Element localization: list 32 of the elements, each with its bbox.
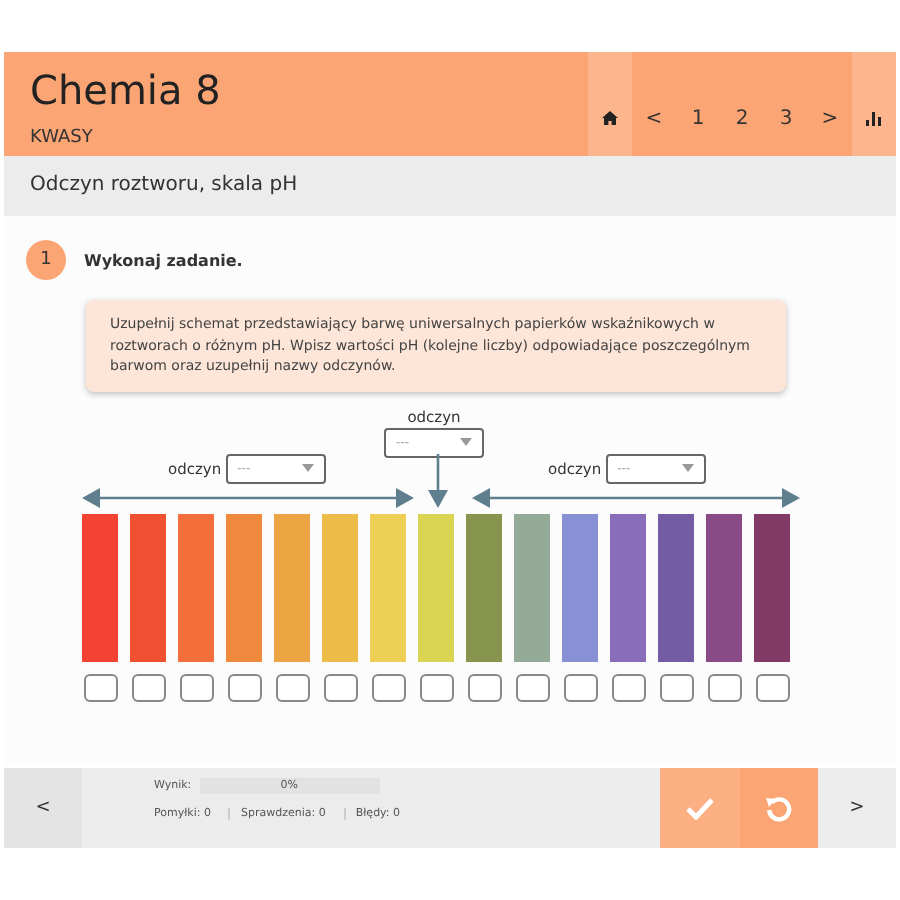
chapter-label: KWASY (30, 128, 95, 148)
ph-input[interactable] (275, 673, 309, 701)
caret-icon (301, 464, 314, 472)
home-button[interactable] (588, 52, 632, 156)
ph-input[interactable] (83, 673, 117, 701)
ph-input[interactable] (419, 673, 453, 701)
ph-input[interactable] (659, 673, 693, 701)
ph-input[interactable] (227, 673, 261, 701)
check-button[interactable] (660, 768, 740, 848)
ph-input[interactable] (563, 673, 597, 701)
task-title: Wykonaj zadanie. (84, 251, 243, 269)
previous-button[interactable]: < (4, 768, 82, 848)
section-title: Odczyn roztworu, skala pH (30, 174, 298, 196)
down-arrow (428, 453, 448, 507)
course-title: Chemia 8 (30, 64, 223, 116)
task-number: 1 (26, 240, 66, 280)
ph-input[interactable] (131, 673, 165, 701)
ph-input[interactable] (371, 673, 405, 701)
reset-button[interactable] (740, 768, 818, 848)
ph-input[interactable] (755, 673, 789, 701)
bar-chart-icon (866, 111, 882, 125)
ph-input[interactable] (707, 673, 741, 701)
caret-icon (681, 464, 694, 472)
caret-icon (460, 438, 472, 446)
reset-icon (766, 795, 792, 821)
home-icon (602, 110, 618, 126)
checkmark-icon (686, 797, 714, 819)
ph-input[interactable] (179, 673, 213, 701)
ph-input[interactable] (323, 673, 357, 701)
ph-input[interactable] (515, 673, 549, 701)
ph-input[interactable] (611, 673, 645, 701)
ph-input[interactable] (467, 673, 501, 701)
